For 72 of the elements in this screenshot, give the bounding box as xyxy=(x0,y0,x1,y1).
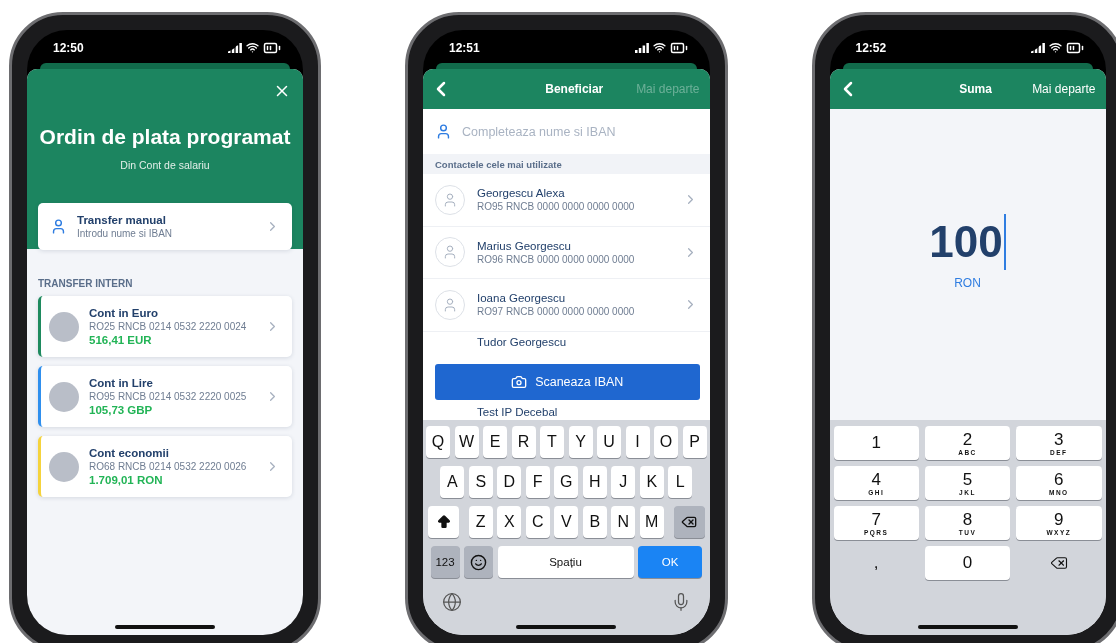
letter-key[interactable]: L xyxy=(668,466,693,498)
card-title: Transfer manual xyxy=(77,214,167,226)
letter-key[interactable]: W xyxy=(454,426,479,458)
letter-key[interactable]: I xyxy=(625,426,650,458)
contact-name: Ioana Georgescu xyxy=(477,292,567,305)
comma-key[interactable]: , xyxy=(833,546,919,580)
letter-key[interactable]: A xyxy=(440,466,465,498)
contact-row[interactable]: Marius Georgescu RO96 RNCB 0000 0000 0000 0000 xyxy=(423,226,710,279)
letter-key[interactable]: M xyxy=(639,506,664,538)
account-balance: 1.709,01 RON xyxy=(89,474,164,486)
account-iban: RO95 RNCB 0214 0532 2220 0025 xyxy=(89,391,248,402)
digit-key[interactable]: 1 xyxy=(833,426,919,460)
account-balance: 516,41 EUR xyxy=(89,334,153,346)
status-time: 12:51 xyxy=(449,40,480,55)
letter-key[interactable]: J xyxy=(611,466,636,498)
letter-key[interactable]: C xyxy=(525,506,550,538)
contact-row[interactable]: Georgescu Alexa RO95 RNCB 0000 0000 0000 0000 xyxy=(423,174,710,227)
account-name: Cont in Euro xyxy=(89,307,159,319)
ok-key[interactable]: OK xyxy=(638,546,702,578)
section-label: Contactele cele mai utilizate xyxy=(435,158,562,170)
letter-key[interactable]: G xyxy=(554,466,579,498)
account-name: Cont in Lire xyxy=(89,377,154,389)
manual-transfer-card[interactable]: Transfer manual Introdu nume si IBAN xyxy=(38,203,292,250)
account-name: Cont economii xyxy=(89,447,170,459)
account-iban: RO68 RNCB 0214 0532 2220 0026 xyxy=(89,461,248,472)
next-button[interactable]: Mai departe xyxy=(1032,82,1096,96)
space-key[interactable]: Spațiu xyxy=(497,546,634,578)
account-card[interactable]: Cont in Euro RO25 RNCB 0214 0532 2220 0024 516,41 EUR xyxy=(38,296,292,357)
account-balance: 105,73 GBP xyxy=(89,404,154,416)
letter-key[interactable]: T xyxy=(540,426,564,458)
contact-name: Marius Georgescu xyxy=(477,239,572,252)
letter-key[interactable]: R xyxy=(511,426,536,458)
screen-subtitle: Din Cont de salariu xyxy=(120,159,210,171)
letter-key[interactable]: X xyxy=(497,506,522,538)
scan-iban-button[interactable]: Scaneaza IBAN xyxy=(435,363,700,400)
contact-row[interactable]: Ioana Georgescu RO97 RNCB 0000 0000 0000 0000 xyxy=(423,279,710,332)
letter-key[interactable]: Z xyxy=(468,506,493,538)
section-label: TRANSFER INTERN xyxy=(38,278,134,289)
letter-key[interactable]: O xyxy=(654,426,678,458)
amount-value: 100 xyxy=(929,216,1003,267)
letter-key[interactable]: K xyxy=(639,466,664,498)
letter-key[interactable]: P xyxy=(682,426,707,458)
card-subtitle: Introdu nume si IBAN xyxy=(77,228,174,239)
letter-key[interactable]: N xyxy=(611,506,636,538)
letter-key[interactable]: D xyxy=(497,466,522,498)
letter-key[interactable]: E xyxy=(483,426,507,458)
letter-key[interactable]: H xyxy=(582,466,607,498)
account-iban: RO25 RNCB 0214 0532 2220 0024 xyxy=(89,321,248,332)
contact-name[interactable]: Tudor Georgescu xyxy=(477,335,567,348)
search-input[interactable]: Completeaza nume si IBAN xyxy=(460,123,698,140)
status-time: 12:52 xyxy=(855,40,887,55)
numbers-key[interactable]: 123 xyxy=(430,546,460,578)
digit-key[interactable]: 0 xyxy=(924,546,1011,580)
contact-iban: RO97 RNCB 0000 0000 0000 0000 xyxy=(477,306,636,318)
letter-key[interactable]: U xyxy=(597,426,621,458)
letter-key[interactable]: Y xyxy=(568,426,593,458)
letter-key[interactable]: F xyxy=(525,466,550,498)
letter-key[interactable]: B xyxy=(582,506,607,538)
contact-name: Georgescu Alexa xyxy=(477,187,566,200)
contact-name[interactable]: Test IP Decebal xyxy=(477,405,558,418)
letter-key[interactable]: V xyxy=(554,506,579,538)
letter-key[interactable]: S xyxy=(468,466,493,498)
contact-iban: RO95 RNCB 0000 0000 0000 0000 xyxy=(477,201,636,213)
currency-label: RON xyxy=(954,275,981,290)
header-title: Beneficiar xyxy=(544,82,604,96)
status-time: 12:50 xyxy=(53,40,84,55)
screen-title: Ordin de plata programat xyxy=(39,125,291,149)
contact-iban: RO96 RNCB 0000 0000 0000 0000 xyxy=(477,253,636,265)
account-card[interactable]: Cont economii RO68 RNCB 0214 0532 2220 0026 1.709,01 RON xyxy=(38,436,292,497)
account-card[interactable]: Cont in Lire RO95 RNCB 0214 0532 2220 0025 105,73 GBP xyxy=(38,366,292,427)
header-title: Suma xyxy=(958,82,992,96)
letter-key[interactable]: Q xyxy=(426,426,450,458)
